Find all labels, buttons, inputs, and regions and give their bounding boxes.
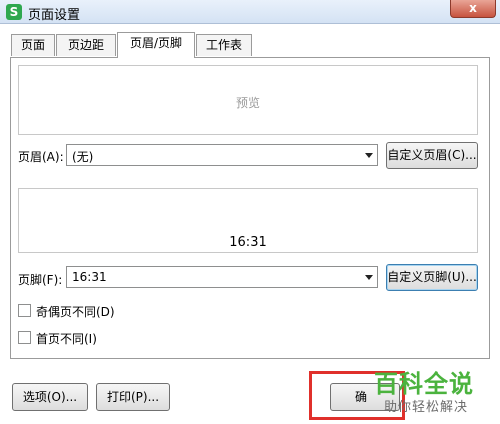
footer-select-value: 16:31: [72, 270, 107, 284]
header-select-value: (无): [72, 150, 94, 164]
custom-footer-button[interactable]: 自定义页脚(U)...: [386, 264, 478, 291]
tab-sheet[interactable]: 工作表: [196, 34, 252, 56]
footer-select[interactable]: 16:31: [66, 266, 378, 288]
options-button[interactable]: 选项(O)...: [12, 383, 88, 411]
close-button[interactable]: x: [450, 0, 496, 18]
chevron-down-icon: [365, 153, 373, 158]
tab-page[interactable]: 页面: [11, 34, 55, 56]
header-preview-text: 预览: [235, 96, 260, 110]
chevron-down-icon: [365, 275, 373, 280]
app-icon: S: [6, 4, 22, 20]
header-select[interactable]: (无): [66, 144, 378, 166]
footer-preview-text: 16:31: [229, 235, 267, 250]
title-bar: S 页面设置 x: [0, 0, 500, 24]
footer-preview: 16:31: [18, 188, 478, 253]
watermark-title: 百科全说: [374, 370, 474, 398]
custom-header-button[interactable]: 自定义页眉(C)...: [386, 142, 478, 169]
header-label: 页眉(A):: [18, 150, 64, 164]
print-button[interactable]: 打印(P)...: [96, 383, 170, 411]
odd-even-checkbox[interactable]: [18, 304, 31, 317]
tab-header-footer[interactable]: 页眉/页脚: [117, 32, 195, 58]
watermark-subtitle: 助你轻松解决: [384, 400, 469, 415]
footer-label: 页脚(F):: [18, 273, 63, 287]
first-page-checkbox[interactable]: [18, 331, 31, 344]
tab-margins[interactable]: 页边距: [56, 34, 116, 56]
first-page-label[interactable]: 首页不同(I): [36, 330, 97, 347]
odd-even-label[interactable]: 奇偶页不同(D): [36, 303, 115, 320]
window-title: 页面设置: [28, 8, 81, 23]
header-preview: 预览: [18, 65, 478, 135]
